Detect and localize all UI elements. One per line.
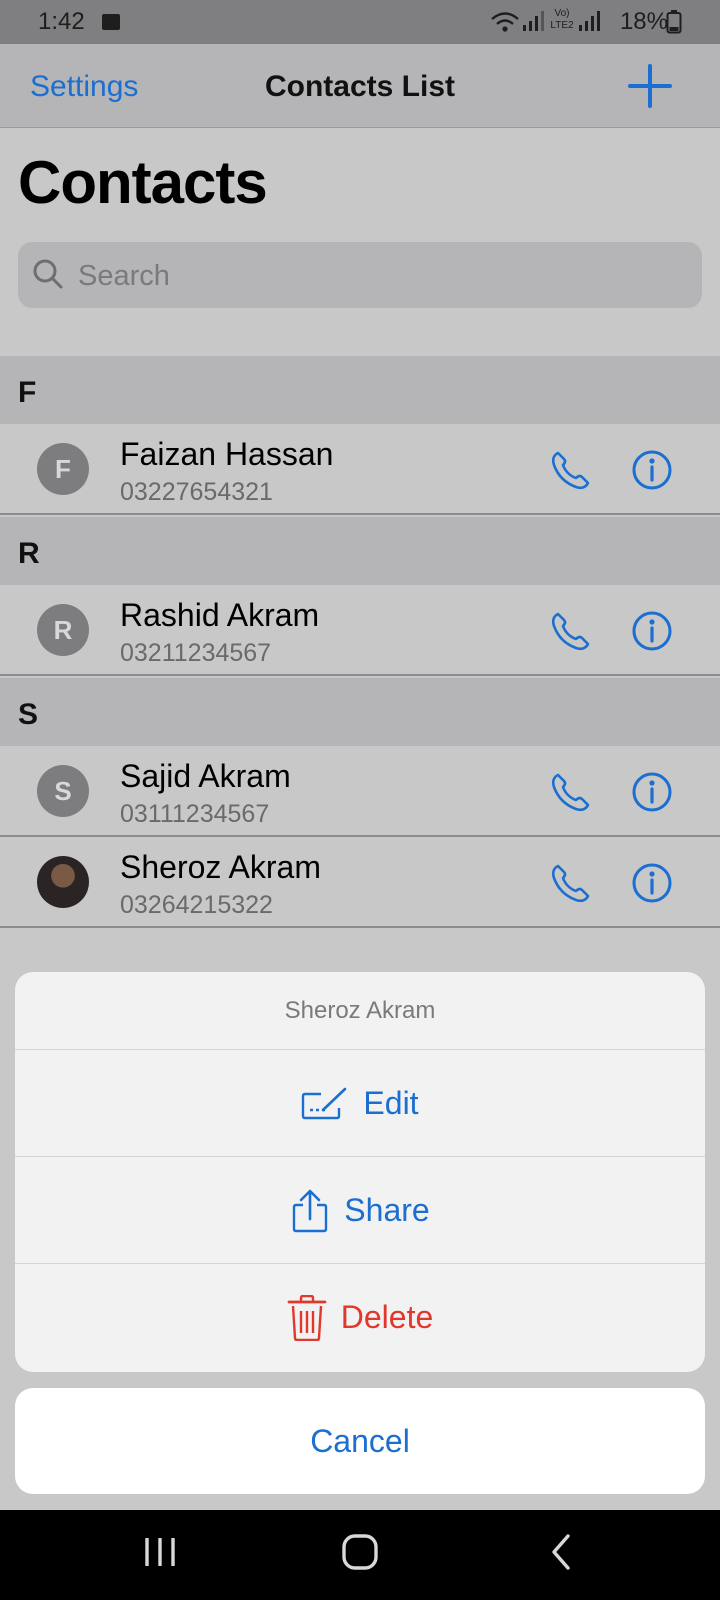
network-label: Vo) LTE2 (550, 8, 574, 31)
phone-icon[interactable] (548, 771, 592, 815)
phone-icon[interactable] (548, 610, 592, 654)
back-icon[interactable] (548, 1532, 576, 1572)
system-navigation-bar (0, 1510, 720, 1600)
edit-label: Edit (363, 1085, 419, 1121)
info-icon[interactable] (630, 861, 674, 905)
battery-icon (666, 10, 682, 34)
contact-row[interactable]: R Rashid Akram 03211234567 (0, 585, 720, 676)
page-title: Contacts (18, 149, 268, 216)
battery-percent: 18% (619, 8, 668, 35)
contact-row[interactable]: F Faizan Hassan 03227654321 (0, 424, 720, 515)
signal-icon (523, 11, 544, 31)
action-sheet: Sheroz Akram Edit Share Delete (15, 972, 705, 1372)
phone-icon[interactable] (548, 862, 592, 906)
contact-name: Sheroz Akram (120, 849, 321, 885)
search-icon (33, 259, 63, 289)
edit-icon (302, 1087, 347, 1119)
wifi-icon (491, 12, 519, 32)
contact-row[interactable]: Sheroz Akram 03264215322 (0, 837, 720, 928)
cancel-button[interactable]: Cancel (15, 1388, 705, 1494)
delete-button[interactable]: Delete (15, 1264, 705, 1371)
search-placeholder[interactable]: Search (78, 260, 170, 293)
plus-icon[interactable] (628, 64, 672, 108)
contact-phone: 03111234567 (120, 800, 270, 828)
contact-row[interactable]: S Sajid Akram 03111234567 (0, 746, 720, 837)
contact-name: Rashid Akram (120, 597, 320, 633)
share-label: Share (344, 1192, 430, 1228)
action-sheet-title: Sheroz Akram (15, 972, 705, 1050)
recent-apps-icon[interactable] (142, 1532, 178, 1572)
home-icon[interactable] (340, 1532, 380, 1572)
status-bar: 1:42 Vo) LTE2 18% (0, 0, 720, 44)
share-button[interactable]: Share (15, 1157, 705, 1264)
avatar: S (37, 765, 89, 817)
nav-title: Contacts List (264, 70, 456, 103)
search-bar[interactable]: Search (18, 242, 702, 308)
info-icon[interactable] (630, 770, 674, 814)
contact-phone: 03211234567 (120, 639, 272, 667)
navigation-bar: Settings Contacts List (0, 44, 720, 128)
contact-phone: 03264215322 (120, 891, 273, 919)
contact-phone: 03227654321 (120, 478, 273, 506)
signal-icon-2 (579, 11, 600, 31)
edit-button[interactable]: Edit (15, 1050, 705, 1157)
section-header-f: F (0, 356, 720, 424)
section-header-s: S (0, 678, 720, 746)
trash-icon (287, 1294, 327, 1341)
avatar-photo (37, 856, 89, 908)
contact-name: Sajid Akram (120, 758, 291, 794)
avatar: R (37, 604, 89, 656)
info-icon[interactable] (630, 609, 674, 653)
section-header-r: R (0, 517, 720, 585)
delete-label: Delete (340, 1299, 434, 1335)
status-time: 1:42 (38, 8, 85, 35)
share-icon (293, 1189, 328, 1232)
info-icon[interactable] (630, 448, 674, 492)
contact-name: Faizan Hassan (120, 436, 334, 472)
gallery-notification-icon (102, 14, 120, 30)
avatar: F (37, 443, 89, 495)
phone-icon[interactable] (548, 449, 592, 493)
